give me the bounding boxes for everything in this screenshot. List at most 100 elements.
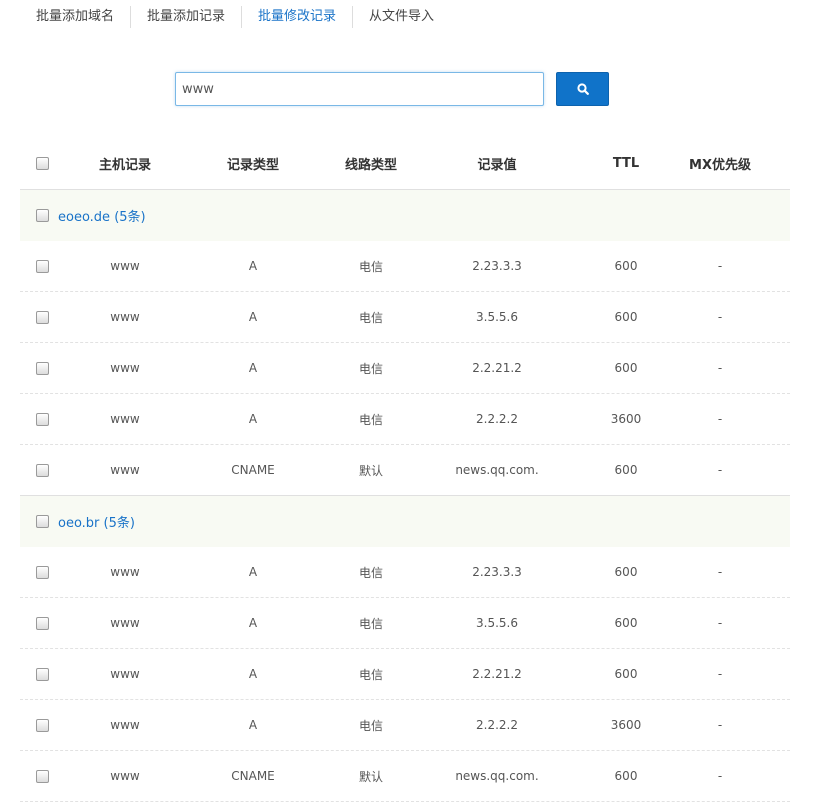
tab-import-from-file[interactable]: 从文件导入 (352, 6, 450, 28)
host-cell: www (110, 769, 140, 783)
table-row: www A 电信 2.23.3.3 600 - (20, 241, 790, 292)
mx-priority-cell: - (717, 616, 723, 630)
line-cell: 电信 (358, 718, 383, 733)
host-cell: www (110, 463, 140, 477)
header-host: 主机记录 (98, 158, 151, 173)
value-cell: 2.23.3.3 (472, 259, 522, 273)
row-checkbox[interactable] (35, 718, 49, 732)
value-cell: news.qq.com. (455, 769, 539, 783)
type-cell: A (248, 565, 258, 579)
mx-priority-cell: - (717, 565, 723, 579)
value-cell: news.qq.com. (455, 463, 539, 477)
table-row: www A 电信 3.5.5.6 600 - (20, 598, 790, 649)
table-row: www A 电信 2.2.21.2 600 - (20, 343, 790, 394)
value-cell: 2.2.21.2 (472, 361, 522, 375)
value-cell: 2.2.2.2 (476, 412, 518, 426)
type-cell: A (248, 718, 258, 732)
header-type: 记录类型 (226, 158, 279, 173)
row-checkbox[interactable] (35, 412, 49, 426)
line-cell: 电信 (358, 412, 383, 427)
line-cell: 电信 (358, 310, 383, 325)
domain-group-label[interactable]: oeo.br (5条) (58, 512, 135, 531)
mx-priority-cell: - (717, 310, 723, 324)
ttl-cell: 3600 (610, 718, 642, 732)
header-value: 记录值 (477, 158, 517, 173)
search-bar (175, 72, 609, 106)
group-checkbox[interactable] (35, 209, 49, 222)
host-cell: www (110, 259, 140, 273)
type-cell: CNAME (231, 769, 275, 783)
tab-batch-add-domain[interactable]: 批量添加域名 (20, 6, 130, 28)
host-cell: www (110, 667, 140, 681)
type-cell: A (248, 310, 258, 324)
search-button[interactable] (556, 72, 609, 106)
host-cell: www (110, 412, 140, 426)
table-row: www A 电信 2.23.3.3 600 - (20, 547, 790, 598)
mx-priority-cell: - (717, 412, 723, 426)
row-checkbox[interactable] (35, 310, 49, 324)
ttl-cell: 600 (614, 259, 638, 273)
mx-priority-cell: - (717, 718, 723, 732)
domain-group-label[interactable]: eoeo.de (5条) (58, 206, 146, 225)
records-table: 主机记录 记录类型 线路类型 记录值 TTL MX优先级 eoeo.de (5条… (20, 138, 790, 802)
host-cell: www (110, 616, 140, 630)
header-line: 线路类型 (344, 158, 397, 173)
ttl-cell: 600 (614, 667, 638, 681)
row-checkbox[interactable] (35, 769, 49, 783)
host-cell: www (110, 565, 140, 579)
tab-bar: 批量添加域名 批量添加记录 批量修改记录 从文件导入 (20, 0, 450, 34)
ttl-cell: 600 (614, 616, 638, 630)
line-cell: 电信 (358, 565, 383, 580)
type-cell: CNAME (231, 463, 275, 477)
mx-priority-cell: - (717, 667, 723, 681)
value-cell: 3.5.5.6 (476, 616, 518, 630)
row-checkbox[interactable] (35, 565, 49, 579)
table-row: www CNAME 默认 news.qq.com. 600 - (20, 751, 790, 802)
value-cell: 3.5.5.6 (476, 310, 518, 324)
ttl-cell: 3600 (610, 412, 642, 426)
mx-priority-cell: - (717, 259, 723, 273)
search-icon (576, 83, 589, 95)
mx-priority-cell: - (717, 361, 723, 375)
ttl-cell: 600 (614, 310, 638, 324)
search-input[interactable] (175, 72, 544, 106)
type-cell: A (248, 412, 258, 426)
tab-batch-add-record[interactable]: 批量添加记录 (130, 6, 241, 28)
row-checkbox[interactable] (35, 616, 49, 630)
mx-priority-cell: - (717, 463, 723, 477)
ttl-cell: 600 (614, 361, 638, 375)
value-cell: 2.2.2.2 (476, 718, 518, 732)
line-cell: 电信 (358, 361, 383, 376)
row-checkbox[interactable] (35, 667, 49, 681)
type-cell: A (248, 361, 258, 375)
line-cell: 电信 (358, 667, 383, 682)
host-cell: www (110, 361, 140, 375)
table-row: www A 电信 2.2.21.2 600 - (20, 649, 790, 700)
select-all-checkbox[interactable] (35, 157, 49, 170)
ttl-cell: 600 (614, 565, 638, 579)
tab-batch-modify-record[interactable]: 批量修改记录 (241, 6, 352, 28)
value-cell: 2.23.3.3 (472, 565, 522, 579)
type-cell: A (248, 667, 258, 681)
line-cell: 默认 (358, 463, 383, 478)
type-cell: A (248, 616, 258, 630)
line-cell: 默认 (358, 769, 383, 784)
table-header: 主机记录 记录类型 线路类型 记录值 TTL MX优先级 (20, 138, 790, 190)
domain-group-row: eoeo.de (5条) (20, 190, 790, 241)
table-row: www CNAME 默认 news.qq.com. 600 - (20, 445, 790, 495)
ttl-cell: 600 (614, 769, 638, 783)
host-cell: www (110, 718, 140, 732)
row-checkbox[interactable] (35, 463, 49, 477)
row-checkbox[interactable] (35, 361, 49, 375)
line-cell: 电信 (358, 259, 383, 274)
header-ttl: TTL (612, 156, 640, 171)
row-checkbox[interactable] (35, 259, 49, 273)
table-row: www A 电信 2.2.2.2 3600 - (20, 700, 790, 751)
table-row: www A 电信 3.5.5.6 600 - (20, 292, 790, 343)
type-cell: A (248, 259, 258, 273)
header-mx: MX优先级 (689, 158, 751, 173)
line-cell: 电信 (358, 616, 383, 631)
group-checkbox[interactable] (35, 515, 49, 528)
mx-priority-cell: - (717, 769, 723, 783)
table-body: eoeo.de (5条) www A 电信 2.23.3.3 600 - www A 电信 3.5.… (20, 190, 790, 802)
